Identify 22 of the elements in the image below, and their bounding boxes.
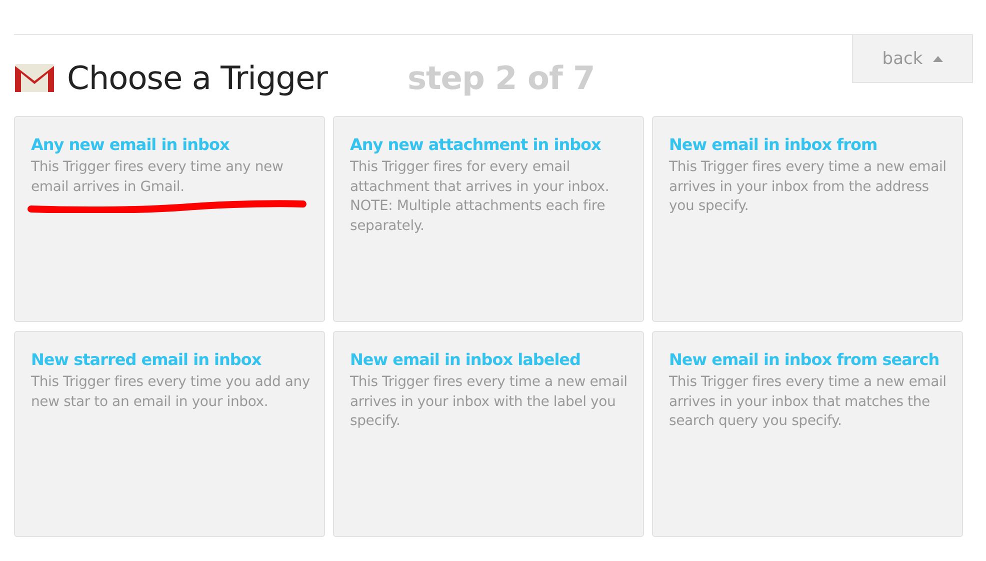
trigger-title: New email in inbox from bbox=[669, 135, 878, 154]
trigger-title: New email in inbox labeled bbox=[350, 350, 582, 369]
trigger-card[interactable]: New email in inbox from search This Trigger fires every time a new email arrives in your inbox that matches the search query you specify. bbox=[652, 331, 963, 537]
trigger-card[interactable]: Any new email in inbox This Trigger fires every time any new email arrives in Gmail. bbox=[14, 116, 325, 322]
caret-icon bbox=[932, 56, 943, 62]
trigger-description: This Trigger fires every time a new email arrives in your inbox with the label you specify. bbox=[350, 373, 628, 431]
page-title: Choose a Trigger bbox=[67, 59, 328, 97]
trigger-description: This Trigger fires for every email attachment that arrives in your inbox. NOTE: Multiple attachments each fire separately. bbox=[350, 158, 610, 236]
back-button[interactable]: back bbox=[852, 35, 973, 83]
trigger-description: This Trigger fires every time you add any new star to an email in your inbox. bbox=[31, 373, 310, 412]
trigger-description: This Trigger fires every time any new email arrives in Gmail. bbox=[31, 158, 284, 196]
trigger-title: New email in inbox from search bbox=[669, 350, 940, 369]
trigger-card[interactable]: New starred email in inbox This Trigger fires every time you add any new star to an email in your inbox. bbox=[14, 331, 325, 537]
trigger-card[interactable]: New email in inbox from This Trigger fires every time a new email arrives in your inbox from the address you specify. bbox=[652, 116, 963, 322]
trigger-title: New starred email in inbox bbox=[31, 350, 262, 369]
envelope-icon bbox=[14, 63, 55, 93]
trigger-title: Any new attachment in inbox bbox=[350, 135, 602, 154]
trigger-card[interactable]: Any new attachment in inbox This Trigger fires for every email attachment that arrives in your inbox. NOTE: Multiple attachments each fire separately. bbox=[333, 116, 644, 322]
trigger-description: This Trigger fires every time a new email arrives in your inbox that matches the search query you specify. bbox=[669, 373, 948, 431]
trigger-description: This Trigger fires every time a new email arrives in your inbox from the address you specify. bbox=[669, 158, 948, 216]
trigger-title: Any new email in inbox bbox=[31, 135, 230, 154]
trigger-card[interactable]: New email in inbox labeled This Trigger fires every time a new email arrives in your inbox with the label you specify. bbox=[333, 331, 644, 537]
